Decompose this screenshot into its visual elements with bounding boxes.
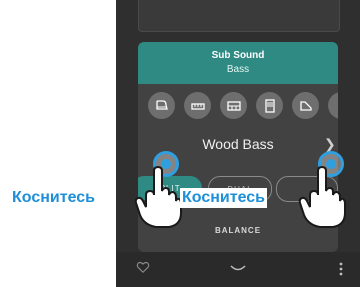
category-row — [138, 92, 338, 120]
keyboard-icon[interactable] — [220, 92, 247, 119]
more-vertical-icon[interactable] — [338, 262, 344, 276]
hand-pointer-icon — [134, 165, 182, 228]
bottom-bar — [116, 252, 360, 287]
harpsichord-icon[interactable] — [292, 92, 319, 119]
more-categories-icon[interactable] — [328, 92, 338, 119]
grand-piano-icon[interactable] — [148, 92, 175, 119]
tap-label-left: Коснитесь — [10, 188, 97, 208]
card-subtitle: Bass — [226, 64, 250, 75]
previous-card — [138, 0, 340, 32]
app-screen: Sub Sound Bass Wood Bass ❯ SPLIT — [116, 0, 360, 287]
sound-name[interactable]: Wood Bass — [138, 136, 338, 152]
electric-piano-icon[interactable] — [184, 92, 211, 119]
tap-label-right: Коснитесь — [180, 188, 267, 208]
card-title: Sub Sound — [211, 50, 265, 61]
card-header: Sub Sound Bass — [138, 42, 338, 84]
hand-pointer-icon — [298, 165, 346, 228]
chevron-down-icon[interactable] — [230, 264, 246, 274]
organ-icon[interactable] — [256, 92, 283, 119]
heart-icon[interactable] — [136, 260, 150, 274]
